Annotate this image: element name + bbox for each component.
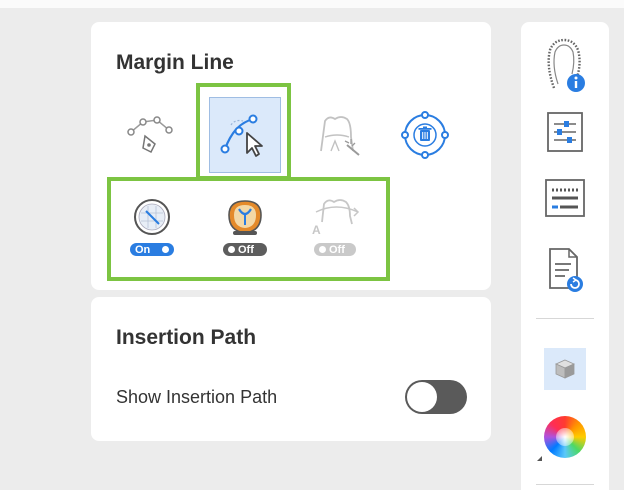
document-refresh-button[interactable] <box>521 244 609 296</box>
die-view-state-label: Off <box>238 243 254 256</box>
detect-margin-tool-button[interactable] <box>304 104 370 166</box>
grid-view-state-label: On <box>135 243 151 256</box>
cube-icon <box>555 359 575 379</box>
die-view-toggle-button[interactable] <box>222 196 268 238</box>
color-wheel-center <box>556 428 574 446</box>
grid-view-state-badge[interactable]: On <box>130 243 174 256</box>
curve-edit-tool-button[interactable] <box>122 107 178 163</box>
delete-tool-button[interactable] <box>396 106 454 164</box>
cube-view-button[interactable] <box>521 346 609 392</box>
top-strip <box>0 0 624 8</box>
badge-dot <box>162 246 169 253</box>
curve-edit-icon <box>127 116 173 154</box>
keyboard-icon <box>545 179 585 217</box>
insertion-path-panel: Insertion Path Show Insertion Path <box>91 297 491 441</box>
delete-icon <box>401 111 449 159</box>
cube-view-button-bg <box>544 348 586 390</box>
detect-margin-icon <box>320 116 360 156</box>
document-refresh-icon <box>549 248 583 292</box>
keyboard-button[interactable] <box>521 174 609 222</box>
show-insertion-path-toggle[interactable] <box>405 380 467 414</box>
insertion-path-title: Insertion Path <box>116 326 257 349</box>
margin-line-title: Margin Line <box>116 51 234 74</box>
corner-resize-indicator <box>537 456 542 461</box>
toggle-knob <box>407 382 437 412</box>
badge-dot <box>319 246 326 253</box>
right-toolbar <box>521 22 609 490</box>
tooth-info-button[interactable] <box>521 34 609 96</box>
die-view-icon <box>228 200 262 235</box>
auto-margin-icon: A <box>312 199 360 237</box>
auto-margin-state-badge[interactable]: Off <box>314 243 356 256</box>
grid-view-icon <box>134 199 170 235</box>
color-wheel-button[interactable] <box>521 412 609 462</box>
settings-sliders-button[interactable] <box>521 106 609 158</box>
tooth-info-icon <box>547 38 585 92</box>
grid-view-toggle-button[interactable] <box>129 196 175 238</box>
auto-margin-state-label: Off <box>329 243 345 256</box>
toolbar-divider <box>536 318 594 319</box>
die-view-state-badge[interactable]: Off <box>223 243 267 256</box>
sliders-icon <box>547 112 583 152</box>
svg-text:A: A <box>312 223 321 237</box>
color-wheel-icon <box>544 416 586 458</box>
badge-dot <box>228 246 235 253</box>
show-insertion-path-label: Show Insertion Path <box>116 387 278 407</box>
margin-line-panel: Margin Line On Off A Off <box>91 22 491 290</box>
curve-select-tool-button[interactable] <box>209 97 281 173</box>
curve-select-icon <box>220 114 263 157</box>
toolbar-divider-bottom <box>536 484 594 485</box>
auto-margin-toggle-button[interactable]: A <box>305 194 367 240</box>
